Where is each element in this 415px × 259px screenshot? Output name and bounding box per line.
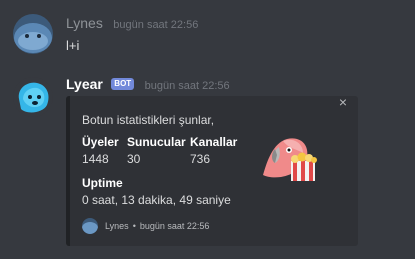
footer-avatar xyxy=(82,218,98,234)
field-value: 30 xyxy=(127,152,141,166)
field-value: 1448 xyxy=(82,152,109,166)
embed-field-servers: Sunucular 30 xyxy=(127,135,186,166)
blob-avatar-icon xyxy=(82,218,98,234)
embed-field-uptime: Uptime 0 saat, 13 dakika, 49 saniye xyxy=(82,176,231,207)
message-content: l+i xyxy=(66,38,80,53)
field-name: Uptime xyxy=(82,176,123,190)
close-icon[interactable]: × xyxy=(339,94,347,110)
message-header: Lyear BOT bugün saat 22:56 xyxy=(66,76,230,94)
embed-field-members: Üyeler 1448 xyxy=(82,135,119,166)
field-value: 0 saat, 13 dakika, 49 saniye xyxy=(82,193,231,207)
embed-description: Botun istatistikleri şunlar, xyxy=(82,113,215,127)
timestamp: bugün saat 22:56 xyxy=(144,80,230,92)
username[interactable]: Lyear xyxy=(66,76,103,92)
embed-field-channels: Kanallar 736 xyxy=(190,135,237,166)
bot-stats-embed: Botun istatistikleri şunlar, Üyeler 1448… xyxy=(66,96,358,246)
blue-blob-avatar-icon xyxy=(13,77,53,117)
avatar-lyear[interactable] xyxy=(13,77,53,117)
field-name: Kanallar xyxy=(190,135,238,149)
timestamp: bugün saat 22:56 xyxy=(113,19,199,31)
message-header: Lynes bugün saat 22:56 xyxy=(66,15,198,33)
parrot-popcorn-icon xyxy=(263,138,317,181)
username[interactable]: Lynes xyxy=(66,15,103,31)
avatar-lynes[interactable] xyxy=(13,14,53,54)
footer-separator: • xyxy=(132,221,136,231)
field-name: Üyeler xyxy=(82,135,119,149)
field-value: 736 xyxy=(190,152,211,166)
field-name: Sunucular xyxy=(127,135,186,149)
footer-author: Lynes xyxy=(105,221,129,231)
bot-badge: BOT xyxy=(111,78,135,90)
embed-close-button[interactable]: × xyxy=(337,94,349,110)
blob-avatar-icon xyxy=(13,14,53,54)
embed-thumbnail[interactable] xyxy=(253,131,323,185)
embed-footer: Lynes • bugün saat 22:56 xyxy=(82,218,209,234)
footer-timestamp: bugün saat 22:56 xyxy=(139,221,210,231)
